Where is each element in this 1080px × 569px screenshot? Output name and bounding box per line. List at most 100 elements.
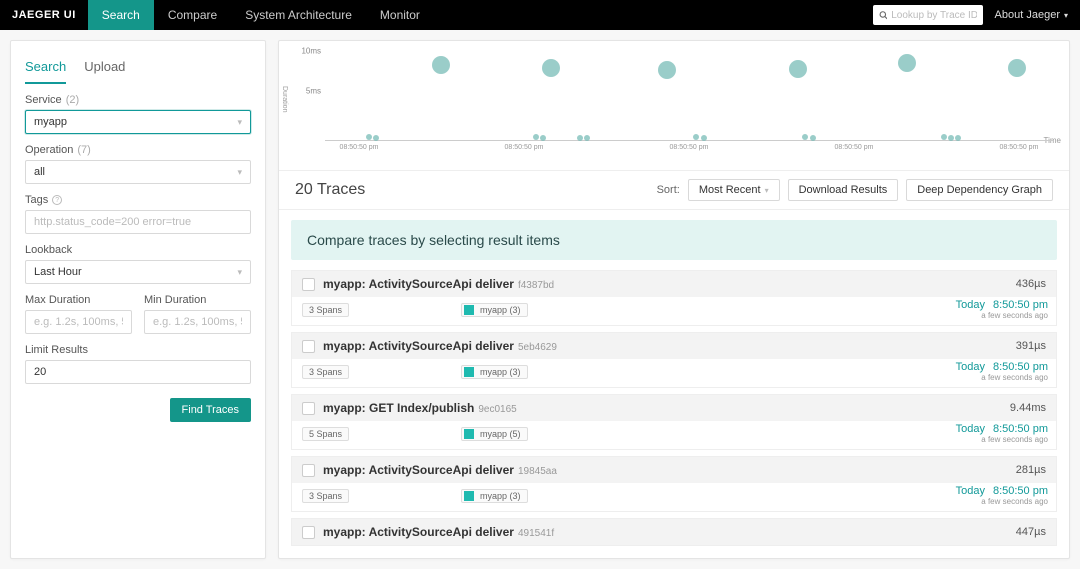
chart-point[interactable] bbox=[789, 60, 807, 78]
nav-search[interactable]: Search bbox=[88, 0, 154, 30]
trace-time: Today8:50:50 pma few seconds ago bbox=[956, 299, 1048, 320]
service-tag: myapp (5) bbox=[461, 427, 528, 441]
trace-id: 9ec0165 bbox=[478, 404, 516, 415]
chart-point[interactable] bbox=[810, 135, 816, 141]
chart-point[interactable] bbox=[432, 56, 450, 74]
chevron-down-icon: ▾ bbox=[237, 117, 242, 128]
trace-duration: 447µs bbox=[1016, 526, 1046, 538]
download-results-button[interactable]: Download Results bbox=[788, 179, 899, 201]
chart-point[interactable] bbox=[373, 135, 379, 141]
trace-item[interactable]: myapp: ActivitySourceApi deliver5eb4629 … bbox=[291, 332, 1057, 388]
nav-monitor[interactable]: Monitor bbox=[366, 0, 434, 30]
trace-duration: 9.44ms bbox=[1010, 402, 1046, 414]
chart-point[interactable] bbox=[584, 135, 590, 141]
span-badge: 3 Spans bbox=[302, 303, 349, 317]
results-panel: Duration Time 10ms 5ms 08:50:50 pm08:50:… bbox=[278, 40, 1070, 559]
span-badge: 5 Spans bbox=[302, 427, 349, 441]
limit-label: Limit Results bbox=[25, 344, 251, 356]
chart-point[interactable] bbox=[941, 134, 947, 140]
trace-checkbox[interactable] bbox=[302, 402, 315, 415]
trace-time: Today8:50:50 pma few seconds ago bbox=[956, 423, 1048, 444]
min-duration-input[interactable] bbox=[144, 310, 251, 334]
trace-duration: 391µs bbox=[1016, 340, 1046, 352]
trace-title: myapp: ActivitySourceApi deliverf4387bd bbox=[323, 277, 554, 291]
deep-dependency-button[interactable]: Deep Dependency Graph bbox=[906, 179, 1053, 201]
chart-point[interactable] bbox=[366, 134, 372, 140]
compare-banner: Compare traces by selecting result items bbox=[291, 220, 1057, 260]
search-icon bbox=[879, 10, 888, 20]
y-axis-label: Duration bbox=[281, 86, 288, 112]
traces-count: 20 Traces bbox=[295, 181, 365, 199]
chart-point[interactable] bbox=[693, 134, 699, 140]
service-tag: myapp (3) bbox=[461, 489, 528, 503]
trace-title: myapp: ActivitySourceApi deliver5eb4629 bbox=[323, 339, 557, 353]
trace-checkbox[interactable] bbox=[302, 340, 315, 353]
trace-checkbox[interactable] bbox=[302, 278, 315, 291]
chevron-down-icon: ▾ bbox=[765, 186, 769, 195]
trace-item[interactable]: myapp: ActivitySourceApi deliver19845aa … bbox=[291, 456, 1057, 512]
trace-id: f4387bd bbox=[518, 280, 554, 291]
chevron-down-icon: ▾ bbox=[237, 167, 242, 178]
chart-point[interactable] bbox=[542, 59, 560, 77]
lookback-select[interactable]: Last Hour▾ bbox=[25, 260, 251, 284]
search-sidebar: Search Upload Service(2) myapp▾ Operatio… bbox=[10, 40, 266, 559]
brand-logo: JAEGER UI bbox=[12, 9, 76, 21]
trace-title: myapp: ActivitySourceApi deliver491541f bbox=[323, 525, 554, 539]
service-color-chip bbox=[464, 491, 474, 501]
chart-point[interactable] bbox=[955, 135, 961, 141]
service-tag: myapp (3) bbox=[461, 365, 528, 379]
trace-checkbox[interactable] bbox=[302, 464, 315, 477]
chart-point[interactable] bbox=[658, 61, 676, 79]
nav-compare[interactable]: Compare bbox=[154, 0, 231, 30]
chart-point[interactable] bbox=[577, 135, 583, 141]
trace-item[interactable]: myapp: ActivitySourceApi deliver491541f … bbox=[291, 518, 1057, 546]
tab-upload[interactable]: Upload bbox=[84, 51, 125, 84]
scatter-chart[interactable]: Duration Time 10ms 5ms 08:50:50 pm08:50:… bbox=[279, 41, 1069, 171]
trace-title: myapp: ActivitySourceApi deliver19845aa bbox=[323, 463, 557, 477]
tab-search[interactable]: Search bbox=[25, 51, 66, 84]
service-label: Service bbox=[25, 94, 62, 106]
tags-input[interactable] bbox=[25, 210, 251, 234]
trace-duration: 281µs bbox=[1016, 464, 1046, 476]
max-duration-input[interactable] bbox=[25, 310, 132, 334]
service-color-chip bbox=[464, 367, 474, 377]
top-nav: JAEGER UI Search Compare System Architec… bbox=[0, 0, 1080, 30]
limit-input[interactable] bbox=[25, 360, 251, 384]
trace-time: Today8:50:50 pma few seconds ago bbox=[956, 361, 1048, 382]
sort-select[interactable]: Most Recent▾ bbox=[688, 179, 780, 201]
operation-select[interactable]: all▾ bbox=[25, 160, 251, 184]
chart-point[interactable] bbox=[1008, 59, 1026, 77]
chevron-down-icon: ▾ bbox=[1064, 11, 1068, 20]
info-icon: ? bbox=[52, 195, 62, 205]
chart-point[interactable] bbox=[948, 135, 954, 141]
chart-point[interactable] bbox=[802, 134, 808, 140]
x-tick: 08:50:50 pm bbox=[505, 144, 544, 151]
service-tag: myapp (3) bbox=[461, 303, 528, 317]
chart-point[interactable] bbox=[898, 54, 916, 72]
trace-id: 19845aa bbox=[518, 466, 557, 477]
x-tick: 08:50:50 pm bbox=[835, 144, 874, 151]
service-color-chip bbox=[464, 429, 474, 439]
find-traces-button[interactable]: Find Traces bbox=[170, 398, 251, 422]
chart-point[interactable] bbox=[533, 134, 539, 140]
trace-lookup[interactable] bbox=[873, 5, 983, 25]
trace-id: 491541f bbox=[518, 528, 554, 539]
trace-lookup-input[interactable] bbox=[891, 10, 976, 21]
trace-item[interactable]: myapp: ActivitySourceApi deliverf4387bd … bbox=[291, 270, 1057, 326]
service-color-chip bbox=[464, 305, 474, 315]
tags-label: Tags bbox=[25, 194, 48, 206]
operation-label: Operation bbox=[25, 144, 73, 156]
chevron-down-icon: ▾ bbox=[237, 267, 242, 278]
service-select[interactable]: myapp▾ bbox=[25, 110, 251, 134]
trace-checkbox[interactable] bbox=[302, 526, 315, 539]
sort-label: Sort: bbox=[657, 184, 680, 196]
min-duration-label: Min Duration bbox=[144, 294, 251, 306]
trace-item[interactable]: myapp: GET Index/publish9ec0165 9.44ms 5… bbox=[291, 394, 1057, 450]
lookback-label: Lookback bbox=[25, 244, 251, 256]
about-menu[interactable]: About Jaeger▾ bbox=[995, 9, 1068, 21]
x-tick: 08:50:50 pm bbox=[999, 144, 1038, 151]
nav-architecture[interactable]: System Architecture bbox=[231, 0, 366, 30]
x-tick: 08:50:50 pm bbox=[670, 144, 709, 151]
chart-point[interactable] bbox=[540, 135, 546, 141]
chart-point[interactable] bbox=[701, 135, 707, 141]
